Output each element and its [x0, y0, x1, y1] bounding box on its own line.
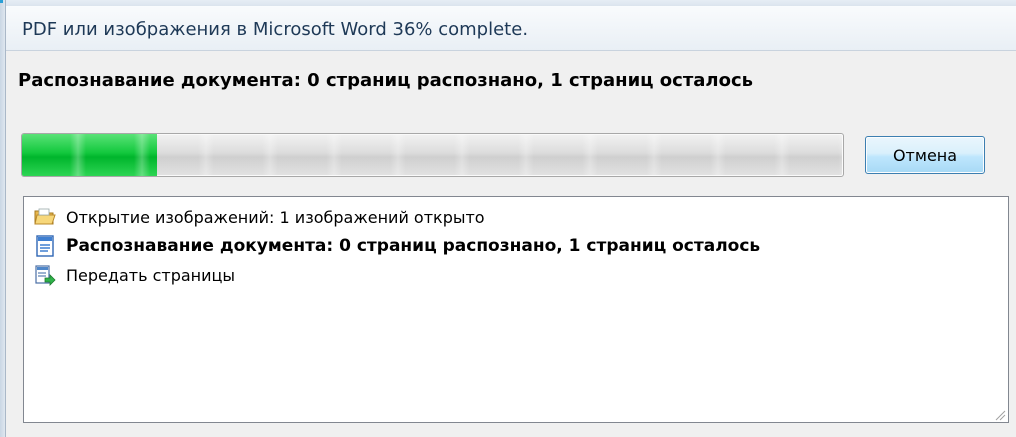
- window-corner-marker: [0, 0, 3, 3]
- log-item-recognize-document: Распознавание документа: 0 страниц распо…: [34, 234, 760, 258]
- progress-bar-gloss: [22, 134, 843, 176]
- cancel-button[interactable]: Отмена: [865, 136, 985, 174]
- window-left-frame: [0, 0, 6, 437]
- window-title: PDF или изображения в Microsoft Word 36%…: [22, 19, 529, 40]
- progress-bar: [21, 133, 844, 177]
- send-pages-icon: [34, 264, 56, 286]
- resize-grip[interactable]: [992, 406, 1006, 421]
- document-recognize-icon: [34, 235, 56, 257]
- log-item-label: Открытие изображений: 1 изображений откр…: [66, 207, 485, 227]
- status-text: Распознавание документа: 0 страниц распо…: [18, 70, 754, 91]
- progress-dialog-window: PDF или изображения в Microsoft Word 36%…: [0, 0, 1016, 437]
- log-item-send-pages: Передать страницы: [34, 263, 235, 287]
- title-bar[interactable]: PDF или изображения в Microsoft Word 36%…: [6, 6, 1016, 51]
- log-item-open-images: Открытие изображений: 1 изображений откр…: [34, 205, 485, 229]
- log-item-label: Распознавание документа: 0 страниц распо…: [66, 236, 761, 256]
- task-log-list[interactable]: Открытие изображений: 1 изображений откр…: [23, 196, 1009, 423]
- open-folder-icon: [34, 206, 56, 228]
- log-item-label: Передать страницы: [66, 265, 236, 285]
